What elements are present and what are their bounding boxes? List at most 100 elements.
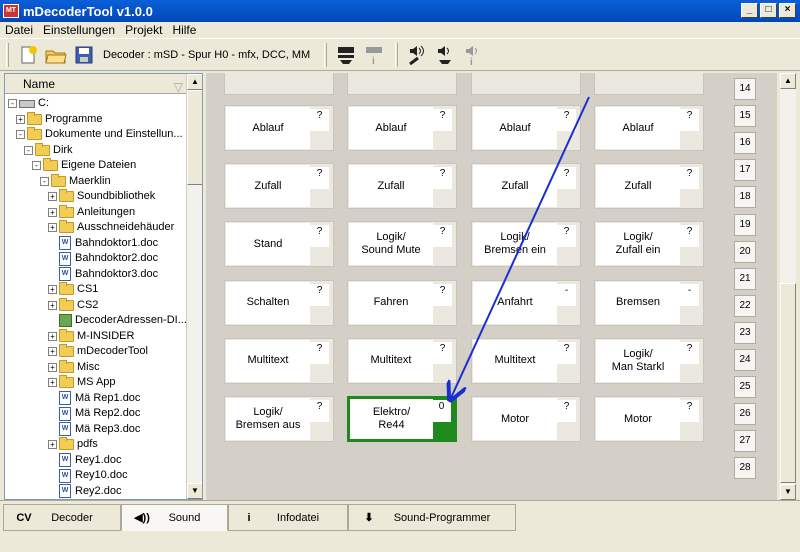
row-number-button[interactable]: 20 [734,240,756,263]
sound-slot[interactable]: Elektro/ Re44 0 [347,396,457,442]
tree-item[interactable]: W Rey2.doc [48,484,121,499]
toolbar-grip-3[interactable] [395,42,399,67]
row-number-button[interactable]: 27 [734,430,756,453]
tree-item[interactable]: + Programme [16,111,102,127]
sound-slot[interactable]: Logik/ Man Starkl? [594,337,704,384]
row-number-button[interactable]: 28 [734,457,756,480]
sound-slot[interactable]: Ablauf? [594,105,704,151]
menu-hilfe[interactable]: Hilfe [167,23,201,37]
tree-item[interactable]: W Rey10.doc [48,468,128,483]
sound-slot[interactable]: Zufall? [594,163,704,210]
tree-item[interactable]: + Soundbibliothek [48,189,155,204]
sound-slot[interactable]: Ablauf? [224,105,334,151]
tree-header-name[interactable]: Name ▽ [5,74,187,94]
row-number-button[interactable]: 22 [734,294,756,317]
read-decoder-button[interactable] [333,42,359,68]
sound-slot[interactable]: Schalten? [224,279,334,326]
expand-toggle[interactable]: + [48,378,57,387]
tree-item[interactable]: + pdfs [48,437,98,452]
sound-slot[interactable]: Ablauf? [347,105,457,151]
collapse-toggle[interactable]: - [40,176,49,186]
expand-toggle[interactable]: + [48,347,57,356]
scroll-up-arrow-icon[interactable]: ▲ [187,74,202,90]
sound-slot[interactable]: Zufall? [471,163,581,210]
tab-infodatei[interactable]: i Infodatei [228,504,348,531]
expand-toggle[interactable]: + [48,331,57,341]
sound-slot-partial[interactable] [347,73,457,95]
file-tree[interactable]: Name ▽ - C: + Programme - Dokumente und Einst… [4,73,203,500]
row-number-button[interactable]: 26 [734,403,756,426]
sound-slot[interactable]: Motor? [471,396,581,442]
sound-read-button[interactable] [432,42,458,68]
row-number-button[interactable]: 14 [734,78,756,100]
tree-item[interactable]: + M-INSIDER [48,328,134,344]
sound-slot[interactable]: Logik/ Sound Mute? [347,221,457,268]
toolbar-grip-2[interactable] [324,42,328,67]
open-button[interactable] [43,42,69,68]
sound-info-button[interactable]: i [460,42,486,68]
expand-toggle[interactable]: + [48,440,57,449]
tree-item[interactable]: + MS App [48,375,116,390]
tree-item[interactable]: W Rey1.doc [48,453,121,468]
tree-item[interactable]: - Dirk [24,142,73,158]
tab-decoder[interactable]: CV Decoder [3,504,121,531]
tree-item[interactable]: + Misc [48,359,100,375]
tree-item[interactable]: + Ausschneidehäuder [48,220,174,235]
tree-scroll-thumb[interactable] [187,90,202,185]
row-number-button[interactable]: 16 [734,132,756,155]
sound-slot[interactable]: Zufall? [347,163,457,210]
row-number-button[interactable]: 24 [734,349,756,371]
menu-datei[interactable]: Datei [0,23,38,37]
menu-projekt[interactable]: Projekt [120,23,167,37]
tab-sound[interactable]: ◀)) Sound [121,504,228,531]
tab-sound-programmer[interactable]: ⬇ Sound-Programmer [348,504,516,531]
row-number-button[interactable]: 19 [734,213,756,236]
tree-item[interactable]: W Bahndoktor1.doc [48,236,158,251]
tree-item[interactable]: W Mä Rep1.doc [48,391,140,406]
sound-slot[interactable]: Anfahrt - [471,279,581,326]
title-bar[interactable]: MT mDecoderTool v1.0.0 _ □ × [0,0,800,22]
sound-slot[interactable]: Logik/ Bremsen ein? [471,221,581,268]
tree-item[interactable]: - Eigene Dateien [32,158,136,173]
save-button[interactable] [71,42,97,68]
sound-slot-partial[interactable] [224,73,334,95]
collapse-toggle[interactable]: - [16,130,25,139]
grid-scroll-down-arrow-icon[interactable]: ▼ [780,484,796,500]
sound-edit-button[interactable] [404,42,430,68]
tree-item[interactable]: + mDecoderTool [48,344,148,359]
tree-item[interactable]: - C: [8,96,49,111]
row-number-button[interactable]: 17 [734,159,756,182]
row-number-button[interactable]: 25 [734,376,756,399]
sound-slot[interactable]: Motor? [594,396,704,442]
tree-item[interactable]: + CS1 [48,282,98,297]
collapse-toggle[interactable]: - [8,99,17,108]
sound-slot[interactable]: Zufall? [224,163,334,210]
tree-item[interactable]: - Dokumente und Einstellun... [16,127,183,142]
sound-slot[interactable]: Bremsen - [594,279,704,326]
tree-scrollbar[interactable]: ▲ ▼ [186,74,202,499]
expand-toggle[interactable]: + [48,223,57,232]
tree-item[interactable]: W Mä Rep3.doc [48,422,140,437]
tree-item[interactable]: W Bahndoktor3.doc [48,267,158,282]
sound-slot[interactable]: Ablauf? [471,105,581,151]
sound-slot[interactable]: Stand? [224,221,334,268]
grid-scroll-up-arrow-icon[interactable]: ▲ [780,73,796,89]
tree-item[interactable]: - Maerklin [40,173,111,189]
scroll-down-arrow-icon[interactable]: ▼ [187,483,202,499]
expand-toggle[interactable]: + [48,285,57,294]
sound-slot[interactable]: Logik/ Bremsen aus? [224,396,334,442]
tree-item[interactable]: + Anleitungen [48,204,135,220]
row-number-button[interactable]: 15 [734,105,756,128]
expand-toggle[interactable]: + [16,114,25,124]
expand-toggle[interactable]: + [48,192,57,201]
tree-item[interactable]: + CS2 [48,297,98,313]
grid-scrollbar[interactable]: ▲ ▼ [780,73,796,500]
tree-item[interactable]: W Mä Rep2.doc [48,406,140,421]
row-number-button[interactable]: 21 [734,267,756,290]
collapse-toggle[interactable]: - [32,161,41,170]
new-project-button[interactable] [15,42,41,68]
collapse-toggle[interactable]: - [24,145,33,155]
expand-toggle[interactable]: + [48,300,57,310]
tree-item[interactable]: W Bahndoktor2.doc [48,251,158,266]
maximize-button[interactable]: □ [760,3,777,18]
